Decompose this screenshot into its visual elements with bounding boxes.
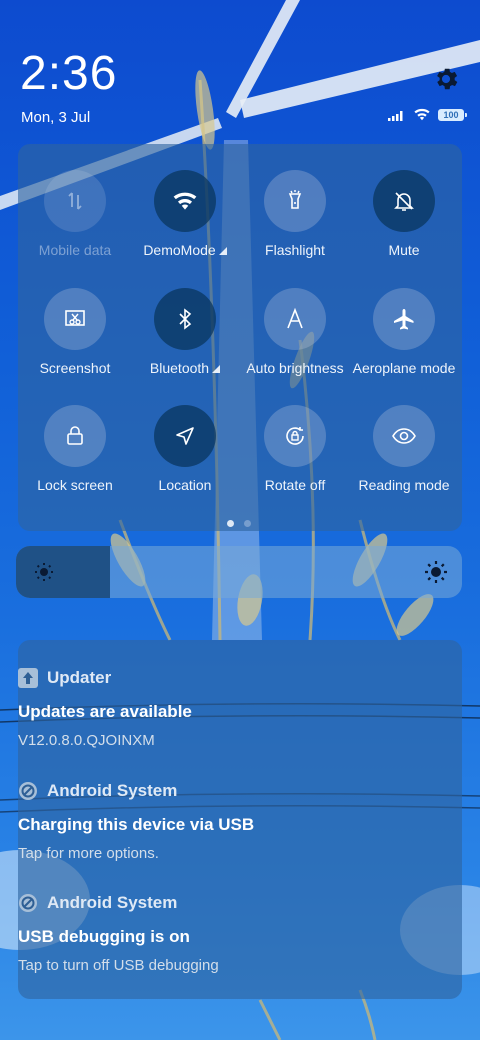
settings-gear-icon[interactable] bbox=[432, 65, 460, 93]
tile-label: Screenshot bbox=[39, 360, 111, 376]
brightness-low-icon bbox=[35, 563, 53, 581]
expand-triangle-icon bbox=[212, 365, 221, 373]
notification-title: Updates are available bbox=[18, 702, 192, 721]
wifi-icon bbox=[154, 170, 216, 232]
notification-title: Charging this device via USB bbox=[18, 815, 255, 834]
tile-label: DemoMode bbox=[143, 242, 216, 258]
tile-lock-screen[interactable]: Lock screen bbox=[20, 405, 130, 515]
tile-label: Rotate off bbox=[264, 477, 326, 493]
airplane-icon bbox=[373, 288, 435, 350]
bell-off-icon bbox=[373, 170, 435, 232]
rotate-lock-icon bbox=[264, 405, 326, 467]
date: Mon, 3 Jul bbox=[21, 109, 91, 126]
signal-icon bbox=[388, 110, 403, 121]
screenshot-icon bbox=[44, 288, 106, 350]
tile-aeroplane-mode[interactable]: Aeroplane mode bbox=[349, 288, 459, 398]
notification-text: Tap to turn off USB debugging bbox=[18, 957, 219, 974]
tile-label: Bluetooth bbox=[149, 360, 210, 376]
wifi-status-icon bbox=[414, 108, 430, 121]
app-name: Android System bbox=[47, 893, 178, 912]
battery-level: 100 bbox=[443, 109, 459, 120]
page-dot[interactable] bbox=[244, 520, 251, 527]
location-arrow-icon bbox=[154, 405, 216, 467]
tile-label: Reading mode bbox=[358, 477, 450, 493]
tile-label: Mobile data bbox=[38, 242, 112, 258]
tile-label: Lock screen bbox=[37, 477, 113, 493]
notification-text: V12.0.8.0.QJOINXM bbox=[18, 732, 155, 749]
bluetooth-icon bbox=[154, 288, 216, 350]
mobile-data-icon bbox=[44, 170, 106, 232]
tile-reading-mode[interactable]: Reading mode bbox=[349, 405, 459, 515]
tile-mute[interactable]: Mute bbox=[349, 170, 459, 280]
notification-usb-charging[interactable]: Android System Charging this device via … bbox=[18, 781, 428, 862]
app-name: Updater bbox=[47, 668, 112, 687]
notification-text: Tap for more options. bbox=[18, 845, 159, 862]
eye-icon bbox=[373, 405, 435, 467]
update-arrow-icon bbox=[18, 668, 38, 688]
clock: 2:36 bbox=[20, 47, 118, 100]
tile-label: Aeroplane mode bbox=[352, 360, 456, 376]
tile-bluetooth[interactable]: Bluetooth bbox=[130, 288, 240, 398]
tile-label: Mute bbox=[388, 242, 420, 258]
notification-usb-debugging[interactable]: Android System USB debugging is on Tap t… bbox=[18, 893, 428, 974]
lock-icon bbox=[44, 405, 106, 467]
tile-demomode[interactable]: DemoMode bbox=[130, 170, 240, 280]
notification-updater[interactable]: Updater Updates are available V12.0.8.0.… bbox=[18, 668, 428, 749]
android-system-icon bbox=[19, 894, 37, 912]
tile-rotate-off[interactable]: Rotate off bbox=[240, 405, 350, 515]
brightness-high-icon bbox=[425, 561, 447, 583]
tile-label: Auto brightness bbox=[246, 360, 344, 376]
tile-location[interactable]: Location bbox=[130, 405, 240, 515]
notification-title: USB debugging is on bbox=[18, 927, 190, 946]
brightness-fill bbox=[16, 546, 110, 598]
tile-auto-brightness[interactable]: Auto brightness bbox=[240, 288, 350, 398]
android-system-icon bbox=[19, 782, 37, 800]
flashlight-icon bbox=[264, 170, 326, 232]
tile-flashlight[interactable]: Flashlight bbox=[240, 170, 350, 280]
battery-icon: 100 bbox=[438, 108, 467, 121]
page-indicator bbox=[227, 520, 251, 527]
tile-mobile-data[interactable]: Mobile data bbox=[20, 170, 130, 280]
status-area: 2:36 Mon, 3 Jul 100 bbox=[0, 0, 480, 140]
tile-screenshot[interactable]: Screenshot bbox=[20, 288, 130, 398]
app-name: Android System bbox=[47, 781, 178, 800]
auto-brightness-icon bbox=[264, 288, 326, 350]
brightness-slider[interactable] bbox=[16, 546, 462, 598]
tile-label: Flashlight bbox=[265, 242, 325, 258]
tile-label: Location bbox=[158, 477, 212, 493]
page-dot-active[interactable] bbox=[227, 520, 234, 527]
status-icons: 100 bbox=[388, 108, 467, 121]
expand-triangle-icon bbox=[218, 247, 227, 255]
